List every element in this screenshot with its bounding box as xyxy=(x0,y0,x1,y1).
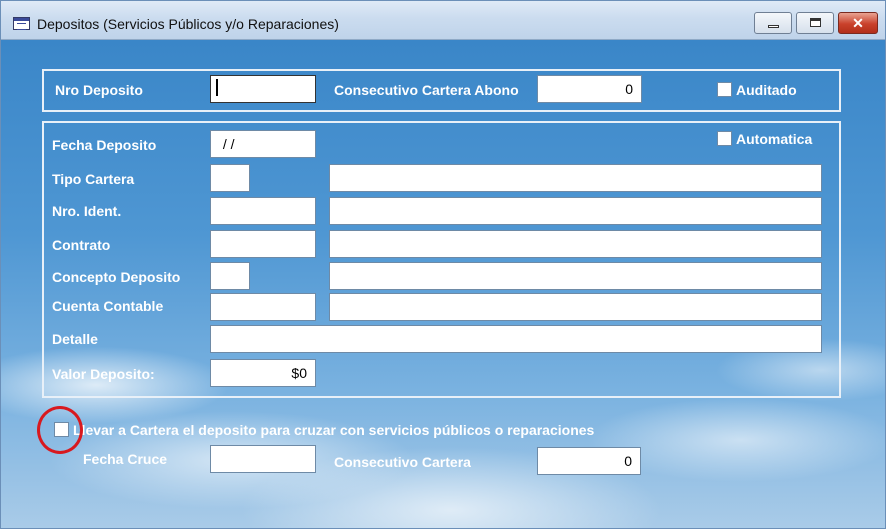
table-icon xyxy=(13,17,30,30)
cuenta-contable-label: Cuenta Contable xyxy=(52,298,164,314)
contrato-label: Contrato xyxy=(52,237,111,253)
concepto-deposito-label: Concepto Deposito xyxy=(52,269,181,285)
nro-deposito-label: Nro Deposito xyxy=(55,82,143,98)
minimize-button[interactable] xyxy=(754,12,792,34)
tipo-cartera-code-input[interactable] xyxy=(210,164,250,192)
title-bar[interactable]: Depositos (Servicios Públicos y/o Repara… xyxy=(1,1,885,40)
fecha-cruce-input[interactable] xyxy=(210,445,316,473)
concepto-deposito-code-input[interactable] xyxy=(210,262,250,290)
nro-ident-name-input[interactable] xyxy=(329,197,822,225)
auditado-checkbox[interactable] xyxy=(717,82,732,97)
close-button[interactable]: ✕ xyxy=(838,12,878,34)
automatica-checkbox[interactable] xyxy=(717,131,732,146)
minimize-icon xyxy=(768,25,779,28)
contrato-description-input[interactable] xyxy=(329,230,822,258)
fecha-cruce-label: Fecha Cruce xyxy=(83,451,168,467)
maximize-button[interactable] xyxy=(796,12,834,34)
detalle-label: Detalle xyxy=(52,331,98,347)
form-body: Nro Deposito Consecutivo Cartera Abono A… xyxy=(1,40,885,528)
nro-ident-label: Nro. Ident. xyxy=(52,203,122,219)
fecha-deposito-label: Fecha Deposito xyxy=(52,137,157,153)
depositos-window: Depositos (Servicios Públicos y/o Repara… xyxy=(0,0,886,529)
consecutivo-cartera-abono-input[interactable] xyxy=(537,75,642,103)
highlight-annotation-circle xyxy=(37,406,83,454)
nro-deposito-input[interactable] xyxy=(210,75,316,103)
concepto-deposito-description-input[interactable] xyxy=(329,262,822,290)
contrato-input[interactable] xyxy=(210,230,316,258)
consecutivo-cartera-input[interactable] xyxy=(537,447,641,475)
auditado-label: Auditado xyxy=(736,82,797,98)
nro-ident-input[interactable] xyxy=(210,197,316,225)
tipo-cartera-label: Tipo Cartera xyxy=(52,171,135,187)
close-icon: ✕ xyxy=(852,15,864,31)
valor-deposito-label: Valor Deposito: xyxy=(52,366,155,382)
window-title: Depositos (Servicios Públicos y/o Repara… xyxy=(37,16,339,32)
consecutivo-cartera-label: Consecutivo Cartera xyxy=(334,454,471,470)
valor-deposito-input[interactable] xyxy=(210,359,316,387)
maximize-icon xyxy=(810,18,821,27)
llevar-cartera-label: Llevar a Cartera el deposito para cruzar… xyxy=(73,422,595,438)
cuenta-contable-description-input[interactable] xyxy=(329,293,822,321)
detalle-input[interactable] xyxy=(210,325,822,353)
fecha-deposito-input[interactable] xyxy=(210,130,316,158)
automatica-label: Automatica xyxy=(736,131,813,147)
tipo-cartera-description-input[interactable] xyxy=(329,164,822,192)
deposit-details-panel xyxy=(42,121,841,398)
text-cursor xyxy=(216,79,218,96)
cuenta-contable-input[interactable] xyxy=(210,293,316,321)
consecutivo-cartera-abono-label: Consecutivo Cartera Abono xyxy=(334,82,519,98)
